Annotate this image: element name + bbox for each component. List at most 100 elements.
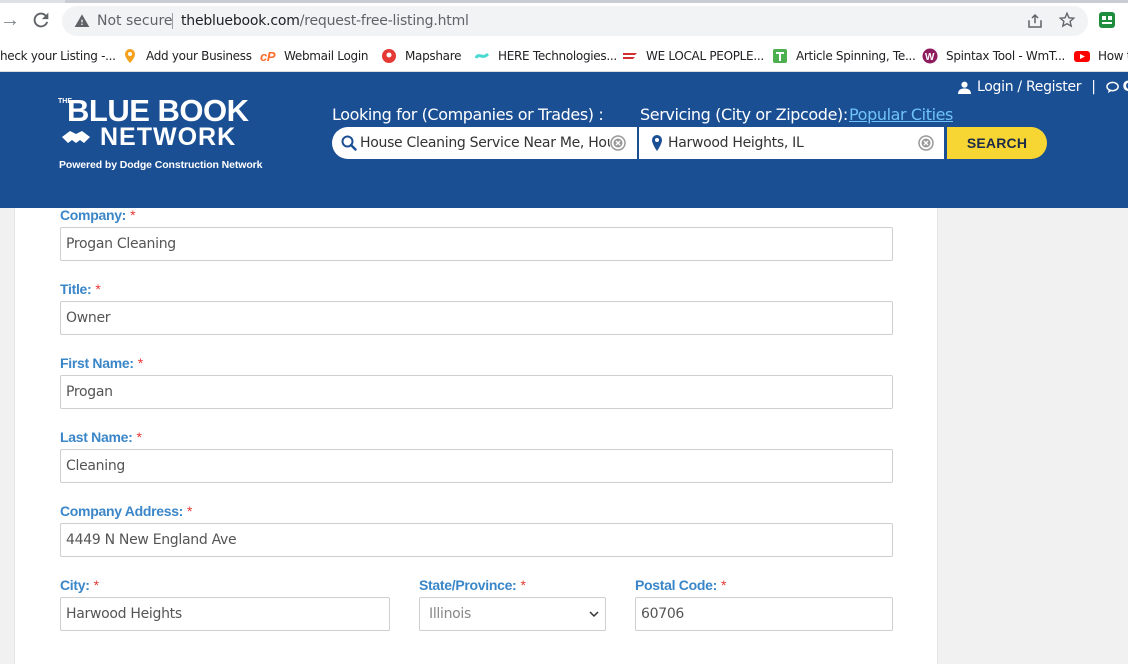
bookmark-label: Spintax Tool - WmT... bbox=[946, 49, 1066, 63]
looking-for-label: Looking for (Companies or Trades) : bbox=[332, 105, 604, 124]
required-mark: * bbox=[720, 577, 727, 593]
last-name-input[interactable]: Cleaning bbox=[60, 449, 893, 483]
postal-input[interactable]: 60706 bbox=[635, 597, 893, 631]
bookmark-label: heck your Listing -... bbox=[0, 49, 116, 63]
address-label-text: Company Address: bbox=[60, 503, 184, 519]
bluebook-logo[interactable]: THE BLUE BOOK NETWORK Powered by Dodge C… bbox=[58, 95, 263, 176]
logo-title: BLUE BOOK bbox=[58, 95, 249, 126]
clear-trade-icon[interactable] bbox=[610, 135, 626, 151]
required-mark: * bbox=[95, 281, 101, 297]
first-name-label: First Name: * bbox=[60, 355, 143, 371]
omnibox-separator bbox=[172, 13, 173, 29]
logo-network-text: NETWORK bbox=[100, 123, 237, 151]
company-input[interactable]: Progan Cleaning bbox=[60, 227, 893, 261]
required-mark: * bbox=[130, 207, 136, 223]
required-mark: * bbox=[136, 429, 142, 445]
city-label-text: City: bbox=[60, 577, 90, 593]
search-icon bbox=[341, 135, 357, 151]
bookmark-spintax[interactable]: W Spintax Tool - WmT... bbox=[922, 46, 1065, 66]
postal-label-text: Postal Code: bbox=[635, 577, 717, 593]
flag-icon bbox=[623, 53, 637, 59]
url-text[interactable]: thebluebook.com/request-free-listing.htm… bbox=[181, 13, 469, 29]
required-mark: * bbox=[187, 503, 193, 519]
city-input[interactable]: Harwood Heights bbox=[60, 597, 390, 631]
title-label: Title: * bbox=[60, 281, 101, 297]
url-host: thebluebook.com bbox=[181, 13, 300, 29]
article-icon bbox=[773, 49, 787, 63]
bookmark-add-business[interactable]: Add your Business bbox=[122, 46, 252, 66]
chat-link[interactable]: Cl bbox=[1123, 79, 1128, 95]
company-label-text: Company: bbox=[60, 207, 127, 223]
bookmark-we-local[interactable]: WE LOCAL PEOPLE... bbox=[622, 46, 764, 66]
required-mark: * bbox=[520, 577, 526, 593]
first-name-input[interactable]: Progan bbox=[60, 375, 893, 409]
share-icon[interactable] bbox=[1026, 12, 1044, 30]
bookmark-label: Add your Business bbox=[146, 49, 252, 63]
listing-form: Company: * Progan Cleaning Title: * Owner … bbox=[14, 207, 938, 664]
search-trade-value: House Cleaning Service Near Me, House bbox=[360, 135, 610, 151]
state-select[interactable]: Illinois bbox=[419, 597, 606, 631]
required-mark: * bbox=[137, 355, 143, 371]
forward-arrow-icon[interactable]: → bbox=[0, 9, 20, 31]
cpanel-icon: cP bbox=[260, 49, 276, 64]
active-tab-edge bbox=[65, 0, 1128, 3]
last-name-label-text: Last Name: bbox=[60, 429, 133, 445]
bookmark-article-spinning[interactable]: Article Spinning, Te... bbox=[772, 46, 916, 66]
user-icon bbox=[958, 81, 971, 94]
logo-network: NETWORK bbox=[60, 124, 236, 150]
bookmark-label: Webmail Login bbox=[284, 49, 369, 63]
logo-tagline: Powered by Dodge Construction Network bbox=[59, 159, 263, 171]
address-input[interactable]: 4449 N New England Ave bbox=[60, 523, 893, 557]
city-label: City: * bbox=[60, 577, 99, 593]
mapshare-icon bbox=[382, 49, 396, 63]
last-name-label: Last Name: * bbox=[60, 429, 142, 445]
login-area: Login / Register | Cl bbox=[958, 79, 1128, 95]
bookmark-label: How t bbox=[1098, 49, 1128, 63]
bookmark-label: Mapshare bbox=[405, 49, 462, 63]
bookmark-here[interactable]: HERE Technologies... bbox=[474, 46, 617, 66]
popular-cities-link[interactable]: Popular Cities bbox=[849, 105, 953, 124]
state-selected-value: Illinois bbox=[429, 606, 472, 622]
spintax-icon: W bbox=[922, 48, 938, 64]
bookmark-mapshare[interactable]: Mapshare bbox=[381, 46, 462, 66]
bookmark-youtube[interactable]: How t bbox=[1074, 46, 1128, 66]
reload-icon[interactable] bbox=[30, 9, 52, 31]
here-icon bbox=[474, 52, 490, 59]
youtube-icon bbox=[1074, 51, 1090, 62]
chat-icon[interactable] bbox=[1105, 81, 1121, 94]
search-location-input[interactable]: Harwood Heights, IL bbox=[639, 127, 944, 159]
state-label: State/Province: * bbox=[419, 577, 526, 593]
site-header: THE BLUE BOOK NETWORK Powered by Dodge C… bbox=[0, 72, 1128, 208]
browser-toolbar: → Not secure thebluebook.com/request-fre… bbox=[0, 0, 1128, 40]
security-status[interactable]: Not secure bbox=[97, 13, 173, 29]
warning-icon[interactable] bbox=[74, 13, 90, 29]
business-pin-icon bbox=[125, 49, 135, 63]
address-bar[interactable]: Not secure thebluebook.com/request-free-… bbox=[62, 6, 1088, 36]
company-label: Company: * bbox=[60, 207, 136, 223]
chevron-down-icon bbox=[589, 611, 599, 618]
url-path: /request-free-listing.html bbox=[299, 13, 469, 29]
search-location-value: Harwood Heights, IL bbox=[668, 135, 804, 151]
title-label-text: Title: bbox=[60, 281, 92, 297]
state-label-text: State/Province: bbox=[419, 577, 517, 593]
header-divider: | bbox=[1091, 79, 1096, 95]
bookmark-webmail[interactable]: cP Webmail Login bbox=[260, 46, 368, 66]
servicing-label: Servicing (City or Zipcode): bbox=[640, 105, 848, 124]
search-trade-input[interactable]: House Cleaning Service Near Me, House bbox=[332, 127, 637, 159]
required-mark: * bbox=[93, 577, 99, 593]
address-label: Company Address: * bbox=[60, 503, 193, 519]
bookmarks-bar: heck your Listing -... Add your Business… bbox=[0, 40, 1128, 72]
search-button[interactable]: SEARCH bbox=[947, 127, 1047, 159]
location-pin-icon bbox=[652, 135, 662, 151]
bookmark-label: Article Spinning, Te... bbox=[796, 49, 916, 63]
first-name-label-text: First Name: bbox=[60, 355, 134, 371]
bookmark-label: HERE Technologies... bbox=[498, 49, 617, 63]
bookmark-check-listing[interactable]: heck your Listing -... bbox=[0, 46, 116, 66]
clear-location-icon[interactable] bbox=[918, 135, 934, 151]
extension-icon[interactable] bbox=[1098, 11, 1116, 29]
title-input[interactable]: Owner bbox=[60, 301, 893, 335]
login-register-link[interactable]: Login / Register bbox=[977, 79, 1082, 95]
postal-label: Postal Code: * bbox=[635, 577, 726, 593]
bookmark-star-icon[interactable] bbox=[1058, 11, 1076, 29]
bookmark-label: WE LOCAL PEOPLE... bbox=[646, 49, 764, 63]
